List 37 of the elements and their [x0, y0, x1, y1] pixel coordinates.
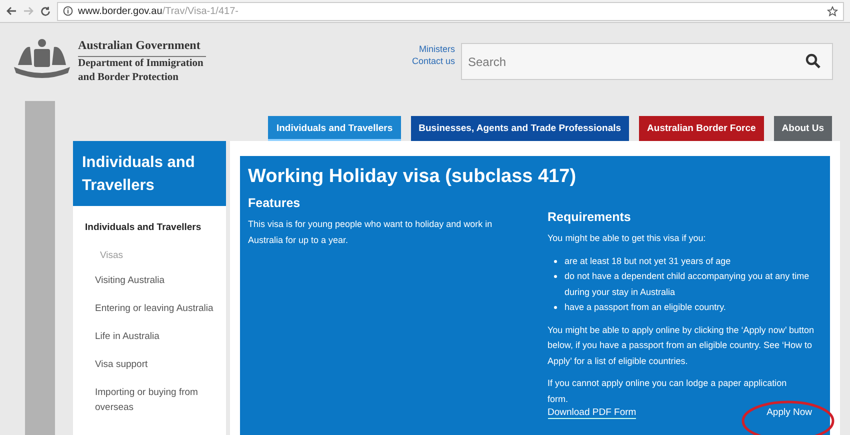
bullet-icon — [554, 260, 556, 262]
info-icon — [63, 6, 73, 16]
sidebar-item[interactable]: Life in Australia — [73, 329, 226, 344]
bookmark-star-icon[interactable] — [827, 6, 838, 16]
nav-tab[interactable]: About Us — [774, 116, 832, 141]
back-icon[interactable] — [6, 6, 17, 16]
sidebar-title: Individuals and Travellers — [73, 141, 226, 206]
agency-name: Australian Government — [78, 33, 206, 57]
header-link[interactable]: Contact us — [412, 56, 455, 66]
section-heading: Requirements — [548, 210, 632, 224]
department-name: Department of Immigration — [78, 57, 204, 71]
department-name: and Border Protection — [78, 71, 180, 85]
section-heading: Features — [248, 196, 302, 210]
download-link[interactable]: Download PDF Form — [548, 407, 636, 419]
requirement-item: have a passport from an eligible country. — [564, 301, 726, 314]
paper-text: If you cannot apply online you can lodge a paper application form. — [548, 377, 788, 406]
sidebar-item[interactable]: Individuals and Travellers — [73, 220, 226, 235]
nav-tab[interactable]: Individuals and Travellers — [268, 116, 401, 141]
requirement-item: are at least 18 but not yet 31 years of age — [564, 254, 731, 268]
apply-now-link[interactable]: Apply Now — [766, 407, 812, 419]
nav-tab[interactable]: Businesses, Agents and Trade Professionals — [410, 116, 630, 141]
search-field[interactable]: Search — [461, 43, 833, 80]
features-text: This visa is for young people who want to holiday and work in Australia for up to a year. — [248, 218, 494, 247]
sidebar-item[interactable]: Visiting Australia — [73, 273, 226, 288]
nav-tab[interactable]: Australian Border Force — [639, 116, 764, 141]
page-title: Working Holiday visa (subclass 417) — [248, 166, 578, 188]
sidebar-item[interactable]: Importing or buying from overseas — [73, 385, 226, 415]
address-bar[interactable]: www.border.gov.au/Trav/Visa-1/417- — [57, 2, 844, 20]
sidebar-item[interactable]: Entering or leaving Australia — [73, 301, 226, 316]
online-text: You might be able to apply online by clicking the ‘Apply now’ button below, if you have a passport from an eligible country. See ‘How to Apply’ for a list of eligible countries. — [548, 324, 816, 368]
bullet-icon — [554, 306, 556, 309]
sidebar-item[interactable]: Visa support — [73, 357, 226, 372]
search-icon[interactable] — [805, 53, 821, 69]
header-link[interactable]: Ministers — [418, 44, 455, 54]
reload-icon[interactable] — [40, 6, 51, 16]
intro-text: You might be able to get this visa if you: — [548, 232, 707, 245]
bullet-icon — [554, 275, 556, 278]
